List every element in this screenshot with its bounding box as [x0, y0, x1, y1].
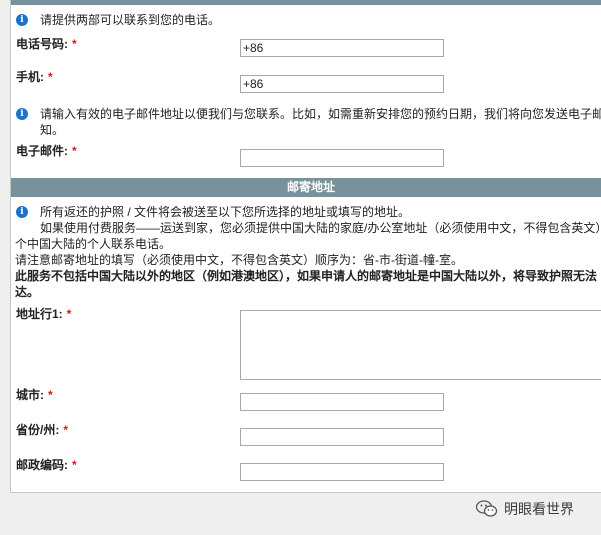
wechat-icon [476, 500, 498, 517]
info-icon: i [16, 14, 28, 26]
required-mark: * [72, 144, 77, 158]
address-line1-label: 地址行1: * [16, 307, 72, 321]
postal-code-input[interactable] [240, 463, 444, 481]
required-mark: * [72, 37, 77, 51]
phone-number-input[interactable] [240, 39, 444, 57]
postal-code-label: 邮政编码: * [16, 458, 77, 472]
watermark: 明眼看世界 [476, 497, 574, 521]
address-line1-textarea[interactable] [240, 310, 601, 380]
mobile-label: 手机: * [16, 70, 53, 84]
mailing-note-line4: 请注意邮寄地址的填写（必须使用中文，不得包含英文）顺序为：省-市-街道-幢-室。 [15, 253, 463, 267]
required-mark: * [72, 458, 77, 472]
phone-note: 请提供两部可以联系到您的电话。 [40, 13, 221, 27]
email-note-line2: 知。 [40, 123, 65, 137]
mailing-note-line1: 所有返还的护照 / 文件将会被送至以下您所选择的地址或填写的地址。 [40, 205, 411, 219]
required-mark: * [63, 423, 69, 437]
province-label: 省份/州: * [16, 423, 69, 437]
city-input[interactable] [240, 393, 444, 411]
mailing-note-line2: 如果使用付费服务——运送到家，您必须提供中国大陆的家庭/办公室地址（必须使用中文… [40, 221, 601, 235]
phone-label: 电话号码: * [16, 37, 77, 51]
required-mark: * [48, 70, 53, 84]
required-mark: * [66, 307, 72, 321]
city-label: 城市: * [16, 388, 53, 402]
mailing-note-line3: 个中国大陆的个人联系电话。 [15, 237, 172, 251]
info-icon: i [16, 206, 28, 218]
info-icon: i [16, 108, 28, 120]
required-mark: * [48, 388, 53, 402]
province-input[interactable] [240, 428, 444, 446]
mailing-warning-line2: 达。 [15, 285, 40, 299]
form-panel: i 请提供两部可以联系到您的电话。 电话号码:* 手机:* i 请输入有效的电子… [10, 0, 601, 493]
email-input[interactable] [240, 149, 444, 167]
email-label: 电子邮件: * [16, 144, 77, 158]
email-note-line1: 请输入有效的电子邮件地址以便我们与您联系。比如，如需重新安排您的预约日期，我们将… [40, 107, 601, 121]
mailing-warning-line1: 此服务不包括中国大陆以外的地区（例如港澳地区），如果申请人的邮寄地址是中国大陆以… [15, 269, 598, 283]
mailing-address-header: 邮寄地址 [11, 178, 601, 197]
page: i 请提供两部可以联系到您的电话。 电话号码:* 手机:* i 请输入有效的电子… [0, 0, 601, 535]
mobile-input[interactable] [240, 75, 444, 93]
watermark-text: 明眼看世界 [504, 501, 574, 517]
top-section-header [11, 0, 601, 5]
